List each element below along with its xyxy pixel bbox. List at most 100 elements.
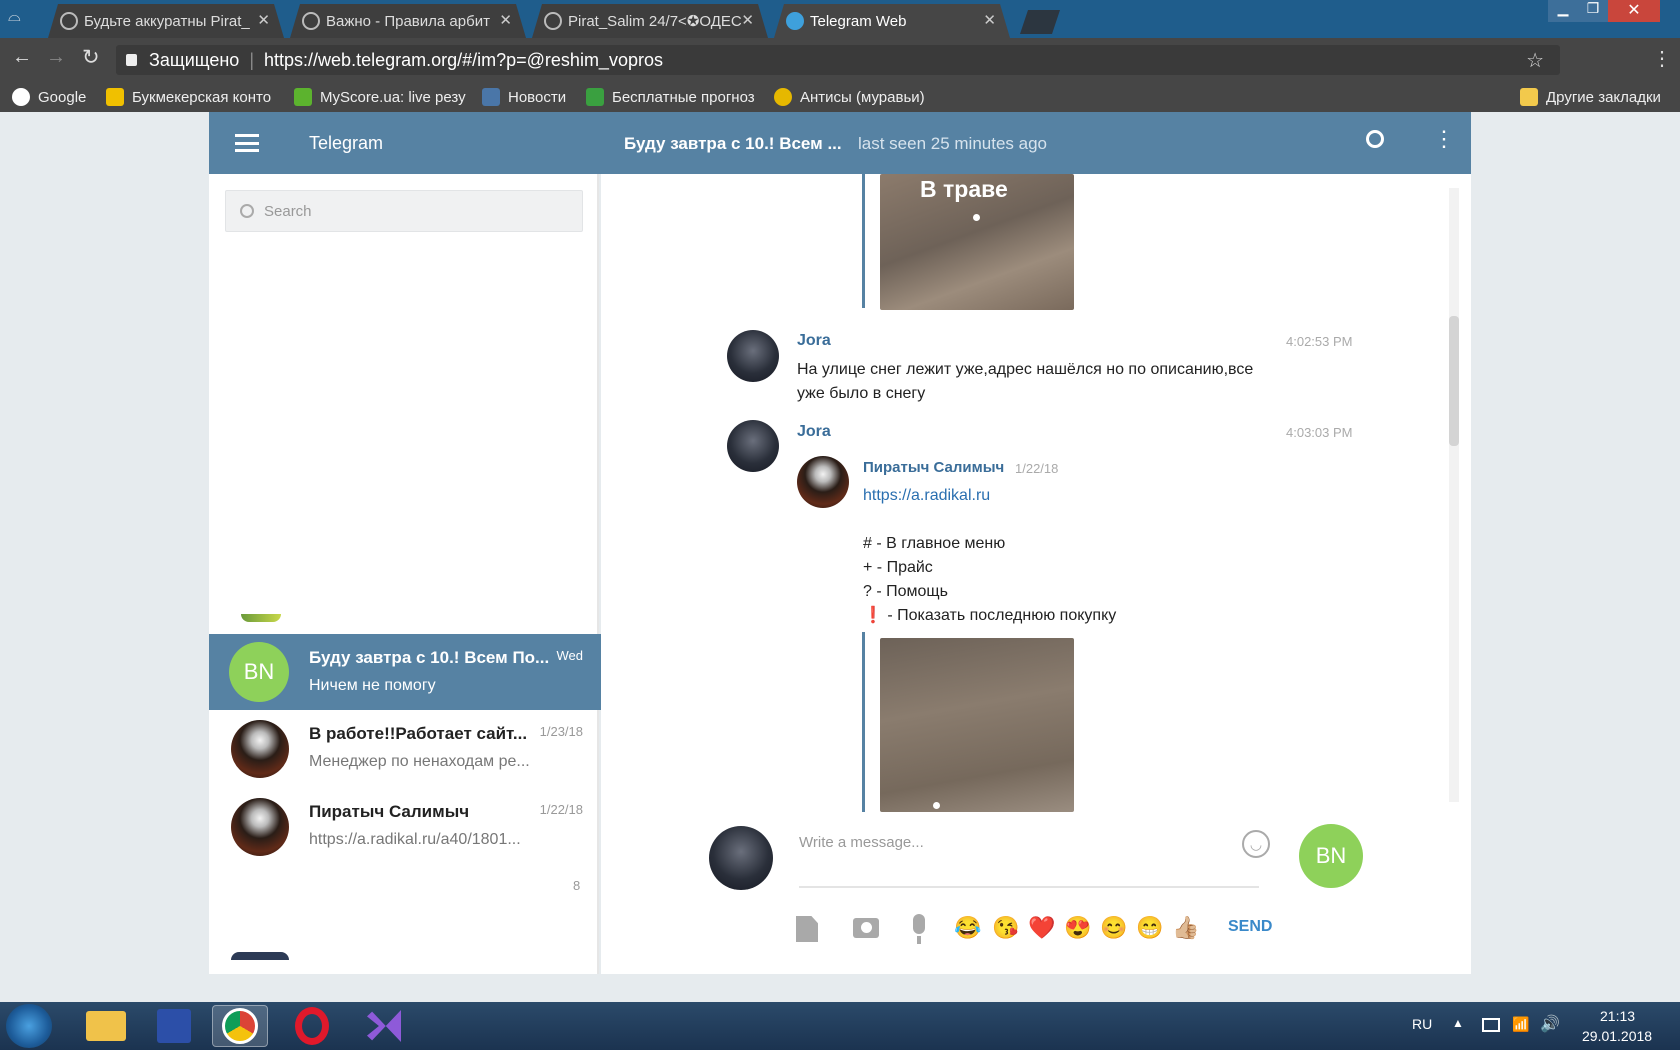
visual-studio-icon[interactable] <box>356 1005 412 1047</box>
dialog-item[interactable]: Пиратыч Салимыч https://a.radikal.ru/a40… <box>209 788 599 864</box>
search-input[interactable]: Search <box>225 190 583 232</box>
emoji-kiss[interactable]: 😘 <box>992 915 1019 941</box>
quote-bar <box>862 632 865 812</box>
emoji-heart[interactable]: ❤️ <box>1028 915 1055 941</box>
photo-attachment[interactable]: В траве <box>880 174 1074 310</box>
minimize-button[interactable]: ▁ <box>1548 0 1578 22</box>
avatar <box>231 798 289 856</box>
bookmark[interactable]: Букмекерская конто <box>106 88 278 106</box>
forward-avatar[interactable] <box>797 456 849 508</box>
bookmark[interactable]: Новости <box>482 88 566 106</box>
chrome-icon[interactable] <box>212 1005 268 1047</box>
bookmark[interactable]: Google <box>12 88 86 106</box>
peer-name[interactable]: Буду завтра с 10.! Всем ... <box>624 134 842 154</box>
message-text: На улице снег лежит уже,адрес нашёлся но… <box>797 361 1254 402</box>
emoji-thumbs-up[interactable]: 👍🏼 <box>1172 915 1199 941</box>
quote-bar <box>862 174 865 308</box>
separator: | <box>249 49 255 70</box>
dialog-item[interactable]: В работе!!Работает сайт... Менеджер по н… <box>209 710 599 786</box>
emoji-laugh[interactable]: 😂 <box>954 915 981 941</box>
menu-line: ❗ - Показать последнюю покупку <box>863 607 1117 624</box>
browser-tab[interactable]: Pirat_Salim 24/7<✪ОДЕС ✕ <box>532 4 768 38</box>
my-avatar[interactable] <box>709 826 773 890</box>
dialog-name: Пиратыч Салимыч <box>309 802 470 821</box>
sender-avatar[interactable] <box>727 330 779 382</box>
network-icon[interactable]: 📶 <box>1512 1016 1529 1033</box>
bookmark[interactable]: Бесплатные прогноз <box>586 88 758 106</box>
menu-line: ? - Помощь <box>863 583 948 600</box>
opera-icon[interactable] <box>284 1005 340 1047</box>
explorer-icon[interactable] <box>78 1005 134 1047</box>
maximize-button[interactable]: ❐ <box>1578 0 1608 22</box>
new-tab-button[interactable] <box>1020 10 1060 34</box>
browser-tab[interactable]: Важно - Правила арбит ✕ <box>290 4 526 38</box>
file-icon[interactable] <box>796 916 818 942</box>
app-title: Telegram <box>309 133 384 153</box>
omnibox[interactable]: Защищено | https://web.telegram.org/#/im… <box>116 45 1560 75</box>
forward-link[interactable]: https://a.radikal.ru <box>863 484 990 508</box>
dialog-date: 1/22/18 <box>539 802 583 817</box>
telegram-header: Telegram Буду завтра с 10.! Всем ... las… <box>209 112 1471 174</box>
close-icon[interactable]: ✕ <box>741 11 754 29</box>
dialog-preview: Ничем не помогу <box>309 677 436 694</box>
emoji-icon[interactable]: ◡ <box>1242 830 1270 858</box>
secure-label: Защищено <box>149 49 240 70</box>
chat-panel: В траве Jora 4:02:53 PM На улице снег ле… <box>601 174 1471 974</box>
clock-time[interactable]: 21:13 <box>1600 1008 1635 1024</box>
dialog-item-selected[interactable]: BN Буду завтра с 10.! Всем По... Ничем н… <box>209 634 605 710</box>
reload-icon[interactable]: ↻ <box>82 45 100 70</box>
telegram-icon <box>786 12 804 30</box>
photo-attachment[interactable] <box>880 638 1074 812</box>
bookmark[interactable]: Антисы (муравьи) <box>774 88 925 106</box>
message-author[interactable]: Jora <box>797 332 831 350</box>
other-bookmarks[interactable]: Другие закладки <box>1520 88 1661 106</box>
scrollbar-thumb[interactable] <box>1449 316 1459 446</box>
microphone-icon[interactable] <box>913 914 925 934</box>
peer-avatar[interactable]: BN <box>1299 824 1363 888</box>
scrollbar[interactable] <box>1449 188 1459 802</box>
message-input[interactable]: Write a message... <box>799 828 1259 888</box>
close-window-button[interactable]: ✕ <box>1608 0 1660 22</box>
send-button[interactable]: SEND <box>1228 918 1272 936</box>
vs-shape <box>367 1010 401 1042</box>
battery-icon[interactable] <box>1482 1018 1500 1032</box>
menu-icon[interactable]: ⋮ <box>1652 46 1672 71</box>
back-icon[interactable]: ← <box>12 46 32 69</box>
star-icon[interactable]: ☆ <box>1526 48 1544 73</box>
search-placeholder: Search <box>264 202 312 220</box>
close-icon[interactable]: ✕ <box>257 11 270 29</box>
volume-icon[interactable]: 🔊 <box>1540 1014 1560 1034</box>
close-icon[interactable]: ✕ <box>983 11 996 29</box>
search-icon[interactable] <box>1366 130 1384 148</box>
url-text[interactable]: https://web.telegram.org/#/im?p=@reshim_… <box>264 50 663 71</box>
browser-tab-strip: ⌓ Будьте аккуратны Pirat_ ✕ Важно - Прави… <box>0 0 1680 38</box>
more-icon[interactable]: ⋮ <box>1433 126 1455 152</box>
leaf-icon <box>586 88 604 106</box>
save-app-icon[interactable] <box>146 1005 202 1047</box>
hamburger-icon[interactable] <box>235 134 259 152</box>
camera-lens <box>860 922 872 933</box>
close-icon[interactable]: ✕ <box>499 11 512 29</box>
bookmaker-icon <box>106 88 124 106</box>
photo-dot <box>933 802 940 809</box>
forward-icon[interactable]: → <box>46 46 66 69</box>
sender-avatar[interactable] <box>727 420 779 472</box>
start-button[interactable] <box>6 1004 52 1048</box>
peace-icon <box>544 12 562 30</box>
bookmark[interactable]: MyScore.ua: live резу <box>294 88 466 106</box>
emoji-grin[interactable]: 😁 <box>1136 915 1163 941</box>
message-author[interactable]: Jora <box>797 423 831 441</box>
browser-tab-active[interactable]: Telegram Web ✕ <box>774 4 1010 38</box>
window-controls: ▁ ❐ ✕ <box>1548 0 1680 22</box>
forward-author[interactable]: Пиратыч Салимыч <box>863 459 1004 476</box>
tray-arrow-icon[interactable]: ▲ <box>1452 1016 1464 1030</box>
forward-date: 1/22/18 <box>1015 461 1059 476</box>
clock-date[interactable]: 29.01.2018 <box>1582 1028 1652 1044</box>
camera-icon[interactable] <box>853 918 879 938</box>
partial-avatar-bottom <box>231 952 289 960</box>
radiation-icon <box>774 88 792 106</box>
emoji-heart-eyes[interactable]: 😍 <box>1064 915 1091 941</box>
browser-tab[interactable]: Будьте аккуратны Pirat_ ✕ <box>48 4 284 38</box>
emoji-smile[interactable]: 😊 <box>1100 915 1127 941</box>
language-indicator[interactable]: RU <box>1412 1016 1432 1032</box>
